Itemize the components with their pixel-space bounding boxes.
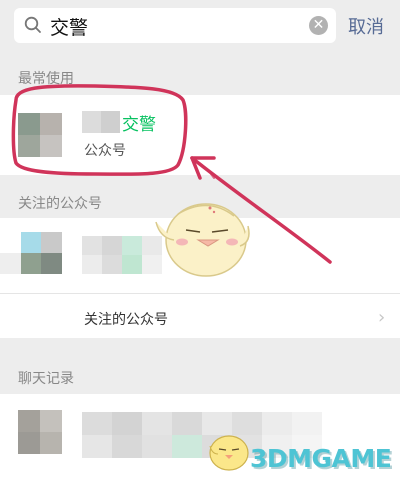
chat-avatar (18, 410, 62, 454)
account-name-blurred (82, 111, 120, 133)
search-bar: 交警 ✕ 取消 (0, 0, 400, 52)
search-input[interactable]: 交警 ✕ (14, 8, 336, 43)
divider (0, 293, 400, 294)
section-title-followed: 关注的公众号 (18, 196, 102, 212)
account-name-highlight: 交警 (122, 115, 156, 135)
followed-row-label[interactable]: 关注的公众号 (84, 309, 168, 329)
frequent-result-item[interactable] (0, 95, 400, 175)
watermark-logo: 3DMGAME (250, 444, 392, 473)
followed-avatar (0, 232, 62, 274)
account-avatar (18, 113, 62, 157)
chevron-right-icon: › (378, 307, 386, 328)
watermark-chick-icon (209, 435, 249, 471)
search-icon (24, 16, 41, 33)
section-title-chat: 聊天记录 (18, 371, 74, 387)
section-title-frequent: 最常使用 (18, 71, 74, 87)
account-type-label: 公众号 (84, 143, 126, 159)
clear-icon[interactable]: ✕ (309, 16, 328, 35)
search-query: 交警 (50, 17, 89, 39)
mascot-chick-icon (155, 203, 250, 277)
cancel-button[interactable]: 取消 (348, 13, 384, 39)
